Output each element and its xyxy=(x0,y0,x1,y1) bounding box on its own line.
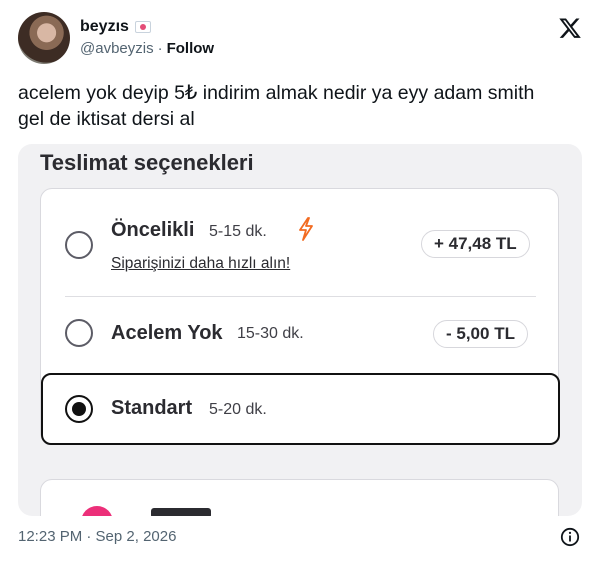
faster-delivery-link[interactable]: Siparişinizi daha hızlı alın! xyxy=(111,255,290,273)
radio-acelem-yok[interactable] xyxy=(65,319,93,347)
option-row-standart-selected[interactable]: Standart 5-20 dk. xyxy=(41,373,560,445)
delivery-options-title: Teslimat seçenekleri xyxy=(40,150,254,175)
tweet-text-line-1: acelem yok deyip 5₺ indirim almak nedir … xyxy=(18,82,535,104)
options-divider xyxy=(65,296,536,297)
lightning-icon xyxy=(299,217,313,241)
option-name-acelem-yok: Acelem Yok xyxy=(111,322,223,344)
display-name[interactable]: beyzıs xyxy=(80,18,129,36)
option-name-standart: Standart xyxy=(111,397,193,419)
option-time-acelem-yok: 15-30 dk. xyxy=(237,325,304,342)
tweet-media-image[interactable]: Teslimat seçenekleri Öncelikli 5-15 dk. … xyxy=(18,144,582,516)
tweet-card: beyzıs @avbeyzis · Follow acelem yok dey… xyxy=(0,0,600,566)
radio-oncelikli[interactable] xyxy=(65,231,93,259)
tweet-text: acelem yok deyip 5₺ indirim almak nedir … xyxy=(18,80,584,132)
tweet-footer: 12:23 PM · Sep 2, 2026 xyxy=(18,526,584,548)
partial-next-card xyxy=(40,479,559,516)
avatar[interactable] xyxy=(18,12,70,64)
delivery-options-card: Öncelikli 5-15 dk. + 47,48 TL Siparişini… xyxy=(40,188,560,445)
brand-logo-circle xyxy=(81,506,113,516)
radio-standart[interactable] xyxy=(65,395,93,423)
handle[interactable]: @avbeyzis xyxy=(80,40,154,57)
partial-text xyxy=(151,508,211,516)
name-row: beyzıs xyxy=(80,18,151,36)
timestamp[interactable]: 12:23 PM · Sep 2, 2026 xyxy=(18,528,176,545)
tweet-text-line-2: gel de iktisat dersi al xyxy=(18,108,195,130)
x-logo-icon[interactable] xyxy=(558,16,582,40)
follow-button[interactable]: Follow xyxy=(167,40,215,57)
separator: · xyxy=(157,40,163,57)
tweet-header: beyzıs @avbeyzis · Follow xyxy=(18,12,584,68)
flag-badge-icon xyxy=(134,21,151,33)
option-name-oncelikli: Öncelikli xyxy=(111,219,195,241)
price-badge-acelem-yok: - 5,00 TL xyxy=(433,320,528,348)
price-badge-oncelikli: + 47,48 TL xyxy=(421,230,530,258)
option-time-oncelikli: 5-15 dk. xyxy=(209,223,267,240)
option-time-standart: 5-20 dk. xyxy=(209,401,267,418)
info-icon[interactable] xyxy=(560,527,580,547)
handle-row: @avbeyzis · Follow xyxy=(80,40,214,57)
